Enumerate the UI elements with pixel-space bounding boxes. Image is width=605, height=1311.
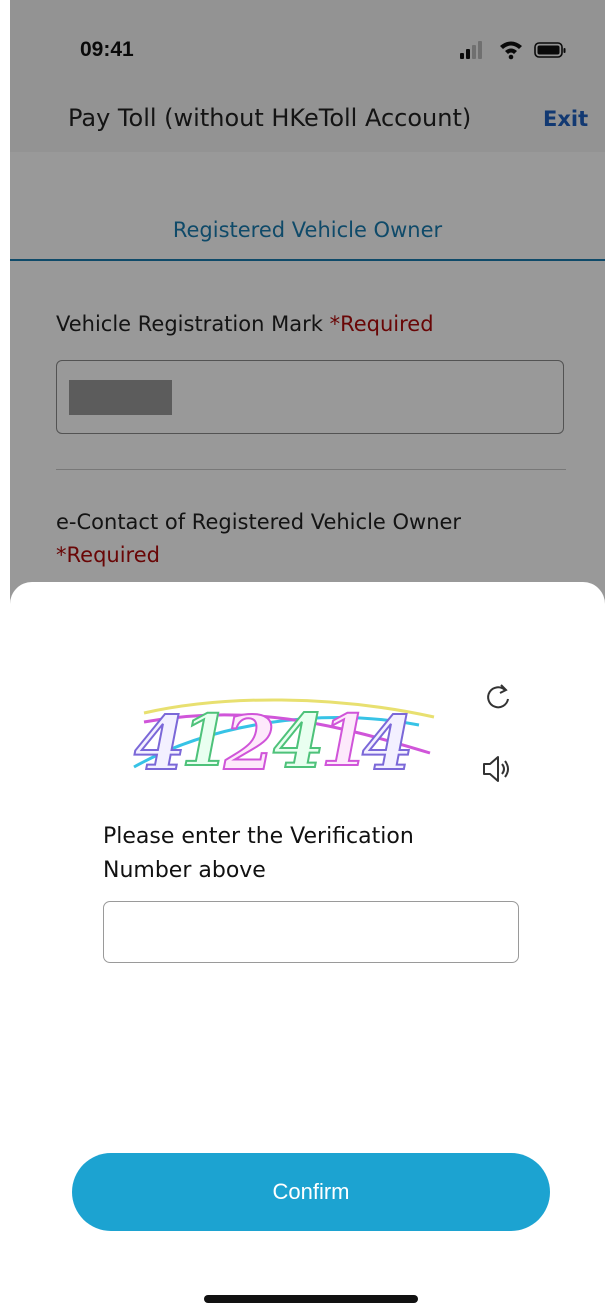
app-screen: 09:41 Pay Toll (without HKeToll Account)… xyxy=(0,0,605,1311)
verification-sheet: 4 1 2 4 1 4 Please enter the Verificatio… xyxy=(10,582,605,1311)
svg-text:2: 2 xyxy=(223,701,276,787)
refresh-icon[interactable] xyxy=(480,679,516,715)
confirm-button[interactable]: Confirm xyxy=(72,1153,550,1231)
verification-prompt: Please enter the Verification Number abo… xyxy=(103,824,414,883)
svg-text:4: 4 xyxy=(273,699,325,785)
captcha-image: 4 1 2 4 1 4 xyxy=(133,698,435,787)
verification-input[interactable] xyxy=(103,901,519,963)
svg-text:1: 1 xyxy=(181,699,230,782)
speaker-icon[interactable] xyxy=(479,750,517,788)
home-indicator xyxy=(204,1295,418,1303)
svg-text:4: 4 xyxy=(134,701,186,787)
svg-text:4: 4 xyxy=(362,701,414,787)
